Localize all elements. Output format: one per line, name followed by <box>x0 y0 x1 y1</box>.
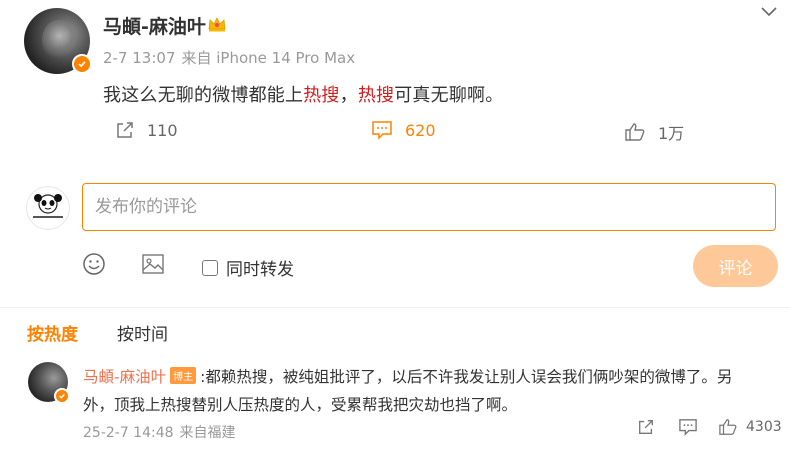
image-icon[interactable] <box>140 251 166 277</box>
thumbs-up-icon <box>625 123 645 141</box>
verified-badge-icon <box>54 388 70 404</box>
repost-checkbox[interactable]: 同时转发 <box>202 255 294 280</box>
comment-like-button[interactable]: 4303 <box>718 418 782 436</box>
emoji-icon[interactable] <box>81 251 107 277</box>
post-text-part: ， <box>339 85 358 106</box>
verified-badge-icon <box>72 54 92 74</box>
comment-input[interactable] <box>82 183 776 231</box>
crown-icon <box>207 15 227 37</box>
commenter-name[interactable]: 马頔-麻油叶 <box>83 368 166 386</box>
section-divider <box>0 307 790 308</box>
tab-sort-time[interactable]: 按时间 <box>117 320 168 345</box>
author-badge: 博主 <box>170 367 197 384</box>
post-text-part: 可真无聊啊。 <box>394 85 504 106</box>
repost-button[interactable]: 110 <box>115 120 178 140</box>
comment-reply-button[interactable] <box>678 418 706 436</box>
post-text: 我这么无聊的微博都能上热搜，热搜可真无聊啊。 <box>103 81 503 107</box>
share-icon <box>639 420 653 434</box>
comment-text: :都赖热搜，被纯姐批评了，以后不许我发让别人误会我们俩吵架的微博了。另 <box>200 368 733 386</box>
submit-comment-button[interactable]: 评论 <box>693 245 778 287</box>
comment-repost-button[interactable] <box>637 418 663 436</box>
share-icon <box>117 122 133 138</box>
thumbs-up-icon <box>719 419 737 435</box>
tab-sort-hot[interactable]: 按热度 <box>27 320 78 345</box>
current-user-avatar[interactable] <box>26 186 70 230</box>
post-date[interactable]: 2-7 13:07 <box>103 49 176 67</box>
comment-button[interactable]: 620 <box>371 120 436 140</box>
repost-checkbox-label: 同时转发 <box>226 260 294 280</box>
post-text-part: 我这么无聊的微博都能上 <box>103 85 304 106</box>
comment-icon <box>679 419 697 436</box>
comment-count: 620 <box>405 120 436 140</box>
comment-source: 来自福建 <box>179 425 236 441</box>
comment-like-count: 4303 <box>746 419 782 435</box>
author-name[interactable]: 马頔-麻油叶 <box>103 12 206 39</box>
hot-search-link[interactable]: 热搜 <box>358 85 394 106</box>
post-meta: 2-7 13:07 来自 iPhone 14 Pro Max <box>103 47 355 68</box>
like-button[interactable]: 1万 <box>624 120 684 144</box>
hot-search-link[interactable]: 热搜 <box>303 85 339 106</box>
repost-count: 110 <box>147 120 178 140</box>
comment-body: 马頔-麻油叶 博主:都赖热搜，被纯姐批评了，以后不许我发让别人误会我们俩吵架的微博… <box>83 365 732 387</box>
checkbox-icon[interactable] <box>202 259 218 276</box>
comment-meta: 25-2-7 14:48 来自福建 <box>83 422 236 442</box>
comment-date: 25-2-7 14:48 <box>83 425 174 441</box>
post-source: 来自 iPhone 14 Pro Max <box>181 49 356 67</box>
comment-text: 外，顶我上热搜替别人压热度的人，受累帮我把灾劫也挡了啊。 <box>83 396 518 414</box>
like-count: 1万 <box>658 124 685 143</box>
chevron-down-icon[interactable] <box>760 4 778 18</box>
comment-icon <box>372 121 392 140</box>
